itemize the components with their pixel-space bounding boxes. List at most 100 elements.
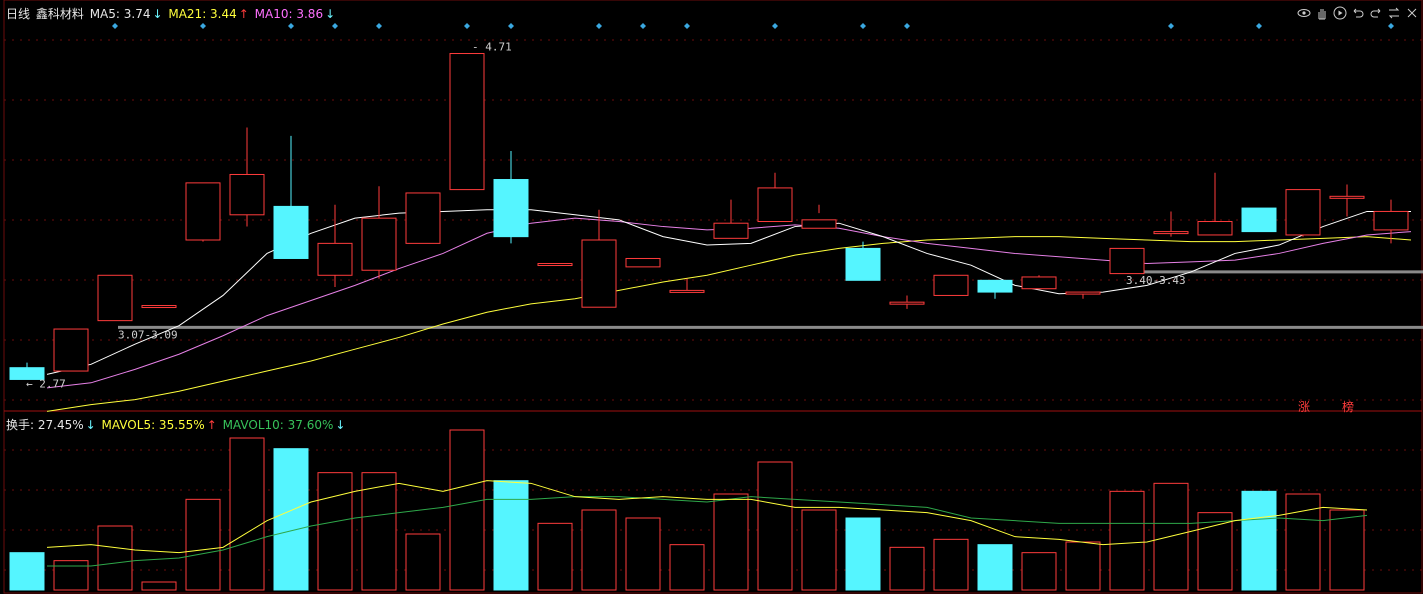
candle-body xyxy=(1065,291,1101,295)
volume-bar xyxy=(97,525,133,591)
volume-bar xyxy=(977,544,1013,591)
volume-bar xyxy=(1021,552,1057,591)
volume-header: 换手: 27.45% ↓ MAVOL5: 35.55% ↑ MAVOL10: 37.… xyxy=(6,416,347,433)
volume-bar xyxy=(537,522,573,591)
volume-bar xyxy=(449,429,485,591)
candle-body xyxy=(845,247,881,281)
stock-name[interactable]: 鑫科材料 xyxy=(36,7,84,21)
event-marker-icon xyxy=(508,23,514,29)
candle-body xyxy=(581,239,617,308)
event-marker-icon xyxy=(376,23,382,29)
candle-body xyxy=(1021,276,1057,290)
volume-bar xyxy=(625,517,661,591)
event-marker-icon xyxy=(772,23,778,29)
candle-body xyxy=(713,222,749,239)
candle-body xyxy=(537,263,573,267)
turnover-value: 换手: 27.45% xyxy=(6,418,84,432)
volume-bar xyxy=(1109,490,1145,591)
candle-body xyxy=(801,219,837,229)
volume-bar xyxy=(1197,512,1233,591)
volume-bar xyxy=(845,517,881,591)
volume-bar xyxy=(493,480,529,591)
candle-body xyxy=(757,187,793,223)
volume-bar xyxy=(1241,490,1277,591)
volume-bar xyxy=(229,437,265,591)
candle-body xyxy=(1197,221,1233,236)
price-header: 日线 鑫科材料 MA5: 3.74 ↓ MA21: 3.44 ↑ MA10: 3.8… xyxy=(6,5,337,22)
candle-body xyxy=(625,257,661,268)
event-marker-icon xyxy=(860,23,866,29)
volume-bar xyxy=(405,533,441,591)
candle-body xyxy=(977,279,1013,293)
price-annotation: ← 2.77 xyxy=(26,377,66,390)
event-marker-icon xyxy=(904,23,910,29)
candle-body xyxy=(185,182,221,241)
ma10-value: MA10: 3.86 xyxy=(254,7,324,21)
ma5-arrow-icon: ↓ xyxy=(152,7,163,21)
volume-bar xyxy=(713,493,749,591)
ma10-arrow-icon: ↓ xyxy=(325,7,336,21)
candle-body xyxy=(933,274,969,296)
volume-bar xyxy=(185,498,221,591)
candle-body xyxy=(1329,195,1365,199)
event-marker-icon xyxy=(684,23,690,29)
kline-chart[interactable]: 3.07-3.093.40-3.43- 4.71← 2.77 xyxy=(0,0,1423,594)
candle-body xyxy=(1153,231,1189,235)
volume-bar xyxy=(53,560,89,591)
undo-icon[interactable] xyxy=(1350,5,1365,20)
event-marker-icon xyxy=(1388,23,1394,29)
volume-bar xyxy=(581,509,617,591)
zhang-tag[interactable]: 涨 xyxy=(1298,398,1310,415)
ma21-value: MA21: 3.44 xyxy=(168,7,237,21)
candle-body xyxy=(1109,247,1145,275)
candle-body xyxy=(889,301,925,305)
event-marker-icon xyxy=(464,23,470,29)
event-marker-icon xyxy=(596,23,602,29)
volume-bar xyxy=(1329,509,1365,591)
event-marker-icon xyxy=(332,23,338,29)
event-marker-icon xyxy=(200,23,206,29)
hand-icon[interactable] xyxy=(1314,5,1329,20)
volume-bar xyxy=(361,472,397,591)
candle-body xyxy=(361,217,397,271)
volume-bar xyxy=(1065,541,1101,591)
volume-bar xyxy=(889,546,925,591)
candle-body xyxy=(141,305,177,309)
mavol10-value: MAVOL10: 37.60% xyxy=(222,418,334,432)
close-icon[interactable] xyxy=(1404,5,1419,20)
swap-icon[interactable] xyxy=(1386,5,1401,20)
ma10-line xyxy=(46,217,1412,389)
ma21-line xyxy=(46,236,1412,412)
candle-body xyxy=(53,328,89,372)
volume-bar xyxy=(141,581,177,591)
volume-bar xyxy=(273,448,309,591)
candle-body xyxy=(449,53,485,191)
ma5-value: MA5: 3.74 xyxy=(89,7,151,21)
bang-tag[interactable]: 榜 xyxy=(1342,398,1354,415)
volume-bar xyxy=(669,544,705,591)
volume-bar xyxy=(757,461,793,591)
candle-body xyxy=(273,205,309,259)
candle-body xyxy=(1373,210,1409,231)
event-marker-icon xyxy=(1256,23,1262,29)
eye-icon[interactable] xyxy=(1296,5,1311,20)
mavol5-value: MAVOL5: 35.55% xyxy=(101,418,205,432)
price-annotation: - 4.71 xyxy=(472,41,512,54)
period-label[interactable]: 日线 xyxy=(6,7,30,21)
candle-body xyxy=(317,242,353,276)
volume-bar xyxy=(801,509,837,591)
play-icon[interactable] xyxy=(1332,5,1347,20)
ma21-arrow-icon: ↑ xyxy=(238,7,249,21)
chart-toolbar xyxy=(1296,5,1419,20)
candle-body xyxy=(97,274,133,322)
candle-body xyxy=(1241,207,1277,233)
event-marker-icon xyxy=(288,23,294,29)
volume-bar xyxy=(933,538,969,591)
event-marker-icon xyxy=(640,23,646,29)
volume-bar xyxy=(317,472,353,591)
candle-body xyxy=(1285,189,1321,236)
mavol10-arrow-icon: ↓ xyxy=(335,418,346,432)
turnover-arrow-icon: ↓ xyxy=(85,418,96,432)
event-marker-icon xyxy=(112,23,118,29)
redo-icon[interactable] xyxy=(1368,5,1383,20)
